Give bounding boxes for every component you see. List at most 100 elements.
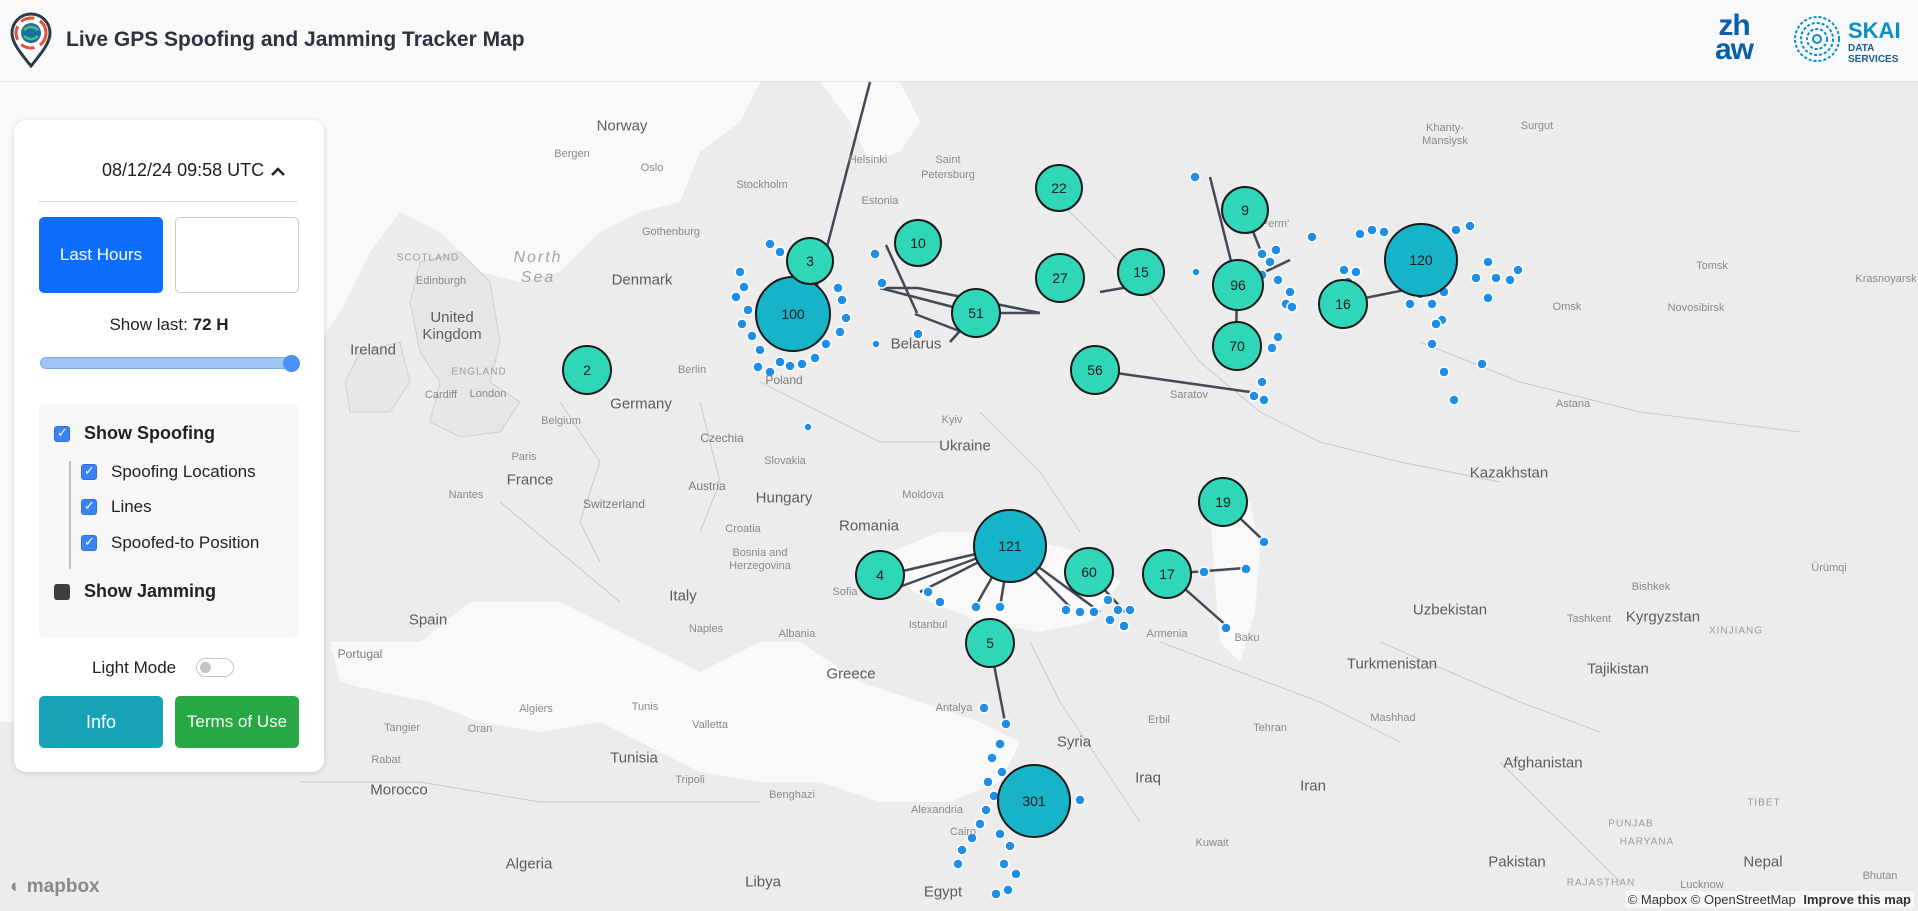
label-saint-petersburg: Saint Petersburg [921,154,975,181]
improve-map-link[interactable]: Improve this map [1803,892,1911,907]
slider-thumb[interactable] [283,355,300,372]
label-france: France [506,471,554,489]
cluster-marker[interactable]: 301 [997,764,1071,838]
label-belgium: Belgium [541,415,581,427]
attribution-mapbox-link[interactable]: © Mapbox [1628,892,1687,907]
label-tunisia: Tunisia [610,749,658,767]
label-mashhad: Mashhad [1370,712,1416,724]
label-tajikistan: Tajikistan [1587,660,1649,678]
label-alexandria: Alexandria [911,804,963,816]
label-tibet: TIBET [1747,797,1781,809]
spoofing-locations-checkbox[interactable] [81,463,97,480]
label-krasnoyarsk: Krasnoyarsk [1855,273,1917,285]
cluster-marker[interactable]: 3 [786,237,834,285]
cluster-marker[interactable]: 4 [855,550,905,600]
label-syria: Syria [1056,733,1092,751]
label-cardiff: Cardiff [424,389,458,401]
label-edinburgh: Edinburgh [415,275,467,287]
app-root: Live GPS Spoofing and Jamming Tracker Ma… [0,0,1918,911]
label-england: ENGLAND [451,366,507,378]
mapbox-logo-icon: ◐ [10,876,22,897]
label-tomsk: Tomsk [1696,260,1728,272]
mapbox-logo[interactable]: ◐ mapbox [10,876,100,898]
show-jamming-label: Show Jamming [84,581,217,601]
date-selector[interactable]: 08/12/24 09:58 UTC [38,160,298,202]
label-ukraine: Ukraine [939,437,991,455]
label-antalya: Antalya [935,702,973,714]
show-spoofing-label: Show Spoofing [84,423,215,443]
cluster-marker[interactable]: 70 [1212,321,1262,371]
label-tangier: Tangier [383,722,421,734]
spoofed-to-position-checkbox[interactable] [81,534,97,551]
cluster-marker[interactable]: 96 [1212,259,1264,311]
lines-label: Lines [111,497,152,516]
hours-slider[interactable] [40,355,300,372]
label-khanty-mansiysk: Khanty-Mansiysk [1422,122,1468,147]
label-berlin: Berlin [677,364,707,376]
label-istanbul: Istanbul [908,619,948,631]
chevron-up-icon[interactable] [270,164,286,180]
cluster-marker[interactable]: 22 [1035,164,1083,212]
label-moldova: Moldova [902,489,944,501]
show-jamming-checkbox[interactable] [54,584,70,600]
label-rabat: Rabat [371,754,401,766]
label-uzbekistan: Uzbekistan [1412,601,1488,619]
label-albania: Albania [778,628,816,640]
label-morocco: Morocco [370,781,428,799]
label-denmark: Denmark [611,271,673,289]
lines-checkbox[interactable] [81,498,97,515]
label-portugal: Portugal [337,647,383,661]
cluster-marker[interactable]: 100 [755,276,831,352]
label-benghazi: Benghazi [769,789,815,801]
cluster-marker[interactable]: 16 [1318,279,1368,329]
label-turkmenistan: Turkmenistan [1346,655,1438,673]
label-stockholm: Stockholm [736,179,788,191]
last-hours-button[interactable]: Last Hours [39,217,163,293]
show-spoofing-checkbox[interactable] [54,425,70,442]
label-urumqi: Ürümqi [1811,562,1847,574]
spoofed-to-position-label: Spoofed-to Position [111,533,260,552]
label-valletta: Valletta [692,719,728,731]
label-baku: Baku [1234,632,1260,644]
cluster-marker[interactable]: 17 [1142,549,1192,599]
date-range-button[interactable] [175,217,299,293]
light-mode-toggle[interactable] [196,658,234,677]
cluster-marker[interactable]: 51 [951,288,1001,338]
label-kyrgyzstan: Kyrgyzstan [1625,608,1701,626]
cluster-marker[interactable]: 27 [1035,253,1085,303]
cluster-marker[interactable]: 60 [1064,547,1114,597]
label-paris: Paris [511,451,537,463]
label-bosnia: Bosnia and Herzegovina [729,547,791,572]
label-omsk: Omsk [1552,301,1582,313]
skai-swirl-icon [1794,16,1840,62]
layer-options: Show Spoofing Spoofing Locations Lines S… [39,404,299,638]
label-oran: Oran [467,723,493,735]
show-last-label: Show last: 72 H [14,315,324,335]
label-kuwait: Kuwait [1195,837,1229,849]
cluster-marker[interactable]: 2 [562,345,612,395]
cluster-marker[interactable]: 15 [1117,248,1165,296]
cluster-marker[interactable]: 5 [965,618,1015,668]
attribution-osm-link[interactable]: © OpenStreetMap [1691,892,1796,907]
control-panel: 08/12/24 09:58 UTC Last Hours Show last:… [14,120,324,772]
cluster-marker[interactable]: 19 [1198,477,1248,527]
label-nantes: Nantes [448,489,484,501]
cluster-marker[interactable]: 9 [1221,186,1269,234]
label-north-sea: North Sea [513,249,563,286]
label-algiers: Algiers [519,703,553,715]
info-button[interactable]: Info [39,696,163,748]
label-croatia: Croatia [725,523,761,535]
label-pakistan: Pakistan [1488,853,1546,871]
cluster-marker[interactable]: 120 [1384,223,1458,297]
label-libya: Libya [745,873,781,891]
label-algeria: Algeria [505,855,553,873]
cluster-marker[interactable]: 121 [973,509,1047,583]
label-belarus: Belarus [890,335,942,353]
cluster-marker[interactable]: 10 [894,219,942,267]
label-kazakhstan: Kazakhstan [1469,464,1549,482]
label-germany: Germany [610,395,672,413]
terms-of-use-button[interactable]: Terms of Use [175,696,299,748]
label-spain: Spain [408,611,448,629]
label-switzerland: Switzerland [582,497,646,511]
cluster-marker[interactable]: 56 [1070,345,1120,395]
